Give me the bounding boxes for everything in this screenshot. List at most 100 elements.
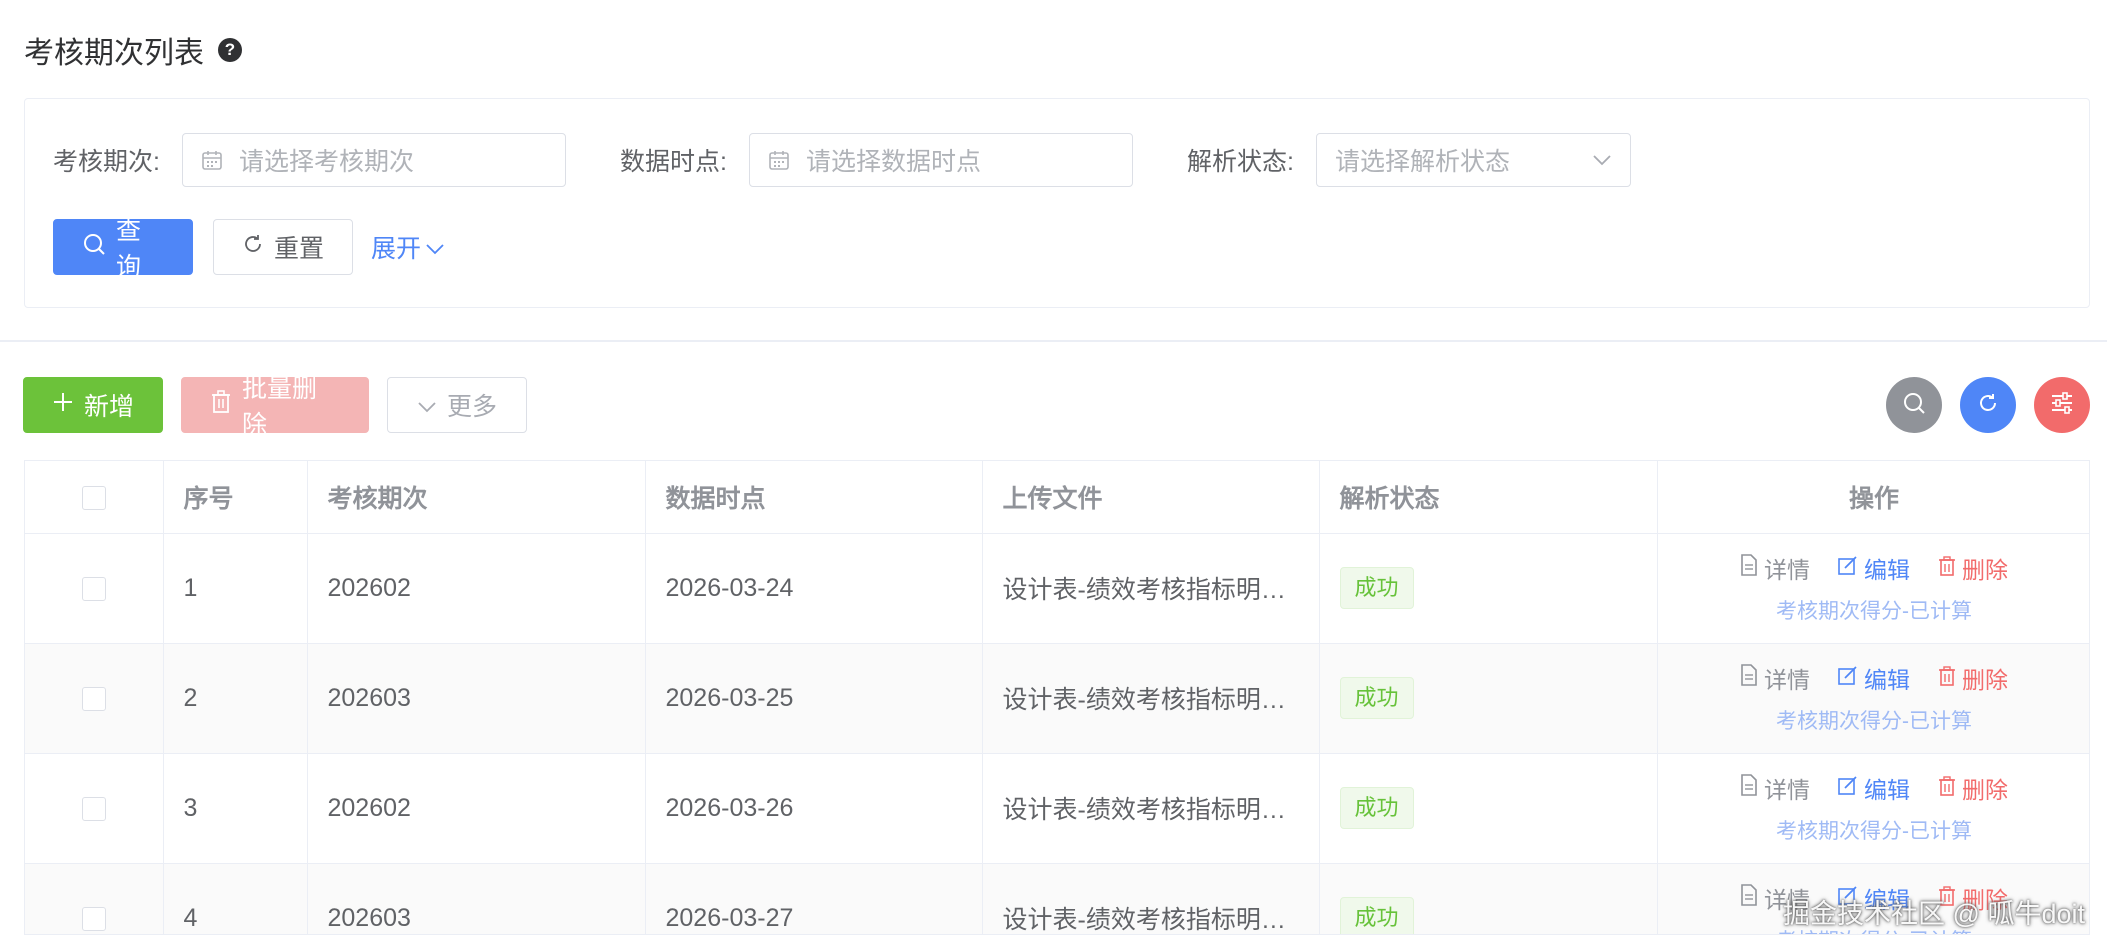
cell-date: 2026-03-27 [645,863,983,934]
table-toolbar: 新增 批量删除 更多 [23,375,527,439]
cell-status: 成功 [1319,533,1658,644]
batch-delete-button[interactable]: 批量删除 [181,375,369,439]
edit-label: 编辑 [1864,557,1910,583]
edit-link[interactable]: 编辑 [1838,551,1910,585]
row-actions-main: 详情 编辑 删除 [1740,551,2008,585]
delete-label: 删除 [1962,777,2008,803]
cell-period: 202602 [307,753,646,864]
cell-actions: 详情 编辑 删除 考核期次得分-已计算 [1657,533,2090,644]
row-checkbox[interactable] [81,576,106,601]
select-all-checkbox[interactable] [81,485,106,510]
edit-label: 编辑 [1864,777,1910,803]
refresh-icon [1977,392,1999,419]
select-all-cell [25,461,164,534]
row-actions-main: 详情 编辑 删除 [1740,661,2008,695]
status-select[interactable]: 请选择解析状态 [1315,133,1631,187]
score-calculated-link[interactable]: 考核期次得分-已计算 [1776,815,1972,845]
trash-icon [1938,555,1956,582]
table-row: 4 202603 2026-03-27 设计表-绩效考核指标明… 成功 详情 编… [25,863,2089,934]
add-button-label: 新增 [84,393,135,421]
edit-link[interactable]: 编辑 [1838,771,1910,805]
detail-link[interactable]: 详情 [1740,661,1810,695]
add-button[interactable]: 新增 [23,377,163,433]
page-title: 考核期次列表 ? [24,28,242,72]
cell-no: 3 [163,753,308,864]
col-header-period: 考核期次 [307,461,646,534]
period-date-picker[interactable]: 请选择考核期次 [181,133,566,187]
row-checkbox[interactable] [81,796,106,821]
query-button-label: 查询 [116,217,142,281]
calendar-icon [768,149,790,171]
search-icon [82,232,106,263]
refresh-button[interactable] [1960,377,2016,433]
detail-label: 详情 [1764,667,1810,693]
reset-button[interactable]: 重置 [213,219,353,275]
cell-file: 设计表-绩效考核指标明… [982,643,1320,754]
expand-link[interactable]: 展开 [371,229,445,265]
data-date-picker[interactable]: 请选择数据时点 [748,133,1133,187]
status-label: 解析状态: [1187,148,1294,176]
detail-label: 详情 [1764,777,1810,803]
cell-date: 2026-03-24 [645,533,983,644]
chevron-down-icon [417,391,437,420]
row-checkbox[interactable] [81,686,106,711]
delete-label: 删除 [1962,557,2008,583]
delete-label: 删除 [1962,667,2008,693]
cell-no: 4 [163,863,308,934]
trash-icon [210,389,232,421]
document-icon [1740,774,1758,802]
row-select-cell [25,863,164,934]
edit-icon [1838,555,1858,582]
cell-file: 设计表-绩效考核指标明… [982,753,1320,864]
detail-link[interactable]: 详情 [1740,771,1810,805]
row-select-cell [25,753,164,864]
reset-button-label: 重置 [274,235,325,263]
form-item-status: 解析状态: 请选择解析状态 [1187,133,1631,187]
row-actions: 详情 编辑 删除 考核期次得分-已计算 [1658,771,2090,845]
col-header-status: 解析状态 [1319,461,1658,534]
document-icon [1740,884,1758,912]
data-table: 序号 考核期次 数据时点 上传文件 解析状态 操作 1 202602 2026-… [24,460,2090,935]
batch-delete-label: 批量删除 [242,375,318,439]
toggle-search-button[interactable] [1886,377,1942,433]
delete-link[interactable]: 删除 [1938,661,2008,695]
row-select-cell [25,533,164,644]
row-select-cell [25,643,164,754]
row-actions-main: 详情 编辑 删除 [1740,771,2008,805]
status-badge: 成功 [1339,787,1414,829]
status-badge: 成功 [1339,677,1414,719]
form-item-date: 数据时点: 请选择数据时点 [620,133,1133,187]
score-calculated-link[interactable]: 考核期次得分-已计算 [1776,595,1972,625]
search-panel: 考核期次: 请选择考核期次 数据时点: 请选择数据时点 解析状态: 请选择解析状… [24,98,2090,308]
question-circle-icon[interactable]: ? [218,38,242,62]
row-checkbox[interactable] [81,906,106,931]
plus-icon [52,391,74,420]
form-item-period: 考核期次: 请选择考核期次 [53,133,566,187]
detail-link[interactable]: 详情 [1740,551,1810,585]
date-placeholder: 请选择数据时点 [805,148,981,176]
col-header-no: 序号 [163,461,308,534]
chevron-down-icon [1592,154,1612,166]
col-header-actions: 操作 [1657,461,2089,534]
row-actions: 详情 编辑 删除 考核期次得分-已计算 [1658,661,2090,735]
score-calculated-link[interactable]: 考核期次得分-已计算 [1776,705,1972,735]
column-settings-button[interactable] [2034,377,2090,433]
status-badge: 成功 [1339,567,1414,609]
cell-date: 2026-03-25 [645,643,983,754]
delete-link[interactable]: 删除 [1938,551,2008,585]
row-actions: 详情 编辑 删除 考核期次得分-已计算 [1658,551,2090,625]
col-header-file: 上传文件 [982,461,1320,534]
status-badge: 成功 [1339,897,1414,934]
cell-status: 成功 [1319,753,1658,864]
edit-link[interactable]: 编辑 [1838,661,1910,695]
expand-label: 展开 [371,235,422,263]
query-button[interactable]: 查询 [53,217,193,281]
delete-link[interactable]: 删除 [1938,771,2008,805]
more-dropdown-button[interactable]: 更多 [387,377,527,433]
edit-icon [1838,665,1858,692]
cell-file: 设计表-绩效考核指标明… [982,533,1320,644]
cell-period: 202603 [307,863,646,934]
table-row: 3 202602 2026-03-26 设计表-绩效考核指标明… 成功 详情 编… [25,753,2090,864]
edit-label: 编辑 [1864,667,1910,693]
cell-period: 202603 [307,643,646,754]
